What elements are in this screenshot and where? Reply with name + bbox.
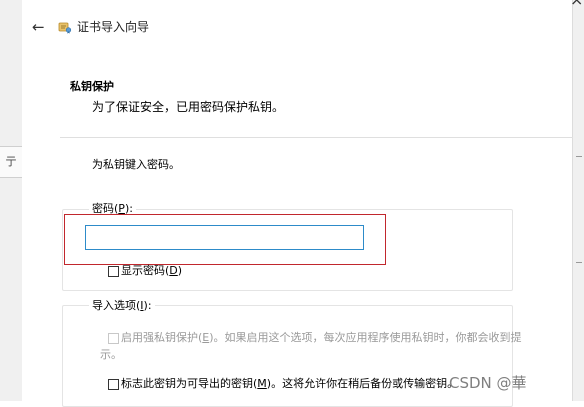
password-input[interactable] <box>85 225 364 250</box>
wizard-title: 证书导入向导 <box>77 20 150 34</box>
close-button[interactable]: × <box>570 0 583 8</box>
header-divider <box>60 137 573 138</box>
background-window-right <box>572 0 584 401</box>
section-description: 为了保证安全，已用密码保护私钥。 <box>92 100 285 114</box>
strong-protection-checkbox[interactable]: 启用强私钥保护(E)。如果启用这个选项，每次应用程序使用私钥时，你都会收到提 <box>108 331 522 345</box>
checkbox-box[interactable] <box>108 378 119 390</box>
instruction-text: 为私钥键入密码。 <box>92 158 180 171</box>
show-password-label: 显示密码(D) <box>121 264 183 277</box>
background-divider <box>576 262 582 263</box>
background-tab: 亍 <box>0 146 22 178</box>
checkbox-box[interactable] <box>108 265 119 277</box>
show-password-checkbox[interactable]: 显示密码(D) <box>108 264 182 278</box>
background-divider <box>576 156 582 157</box>
strong-protection-label-line2: 示。 <box>100 348 122 361</box>
back-button[interactable]: ← <box>32 19 45 35</box>
checkbox-box[interactable] <box>108 332 119 344</box>
import-options-label: 导入选项(I): <box>89 299 155 313</box>
import-options-group <box>62 305 513 407</box>
strong-protection-label: 启用强私钥保护(E)。如果启用这个选项，每次应用程序使用私钥时，你都会收到提 <box>121 331 522 344</box>
watermark: CSDN @華 <box>449 374 527 392</box>
section-title: 私钥保护 <box>70 80 114 93</box>
certificate-icon <box>58 19 72 34</box>
background-window-left <box>0 0 23 401</box>
exportable-key-checkbox[interactable]: 标志此密钥为可导出的密钥(M)。这将允许你在稍后备份或传输密钥。 <box>108 377 458 391</box>
exportable-key-label: 标志此密钥为可导出的密钥(M)。这将允许你在稍后备份或传输密钥。 <box>121 377 459 390</box>
